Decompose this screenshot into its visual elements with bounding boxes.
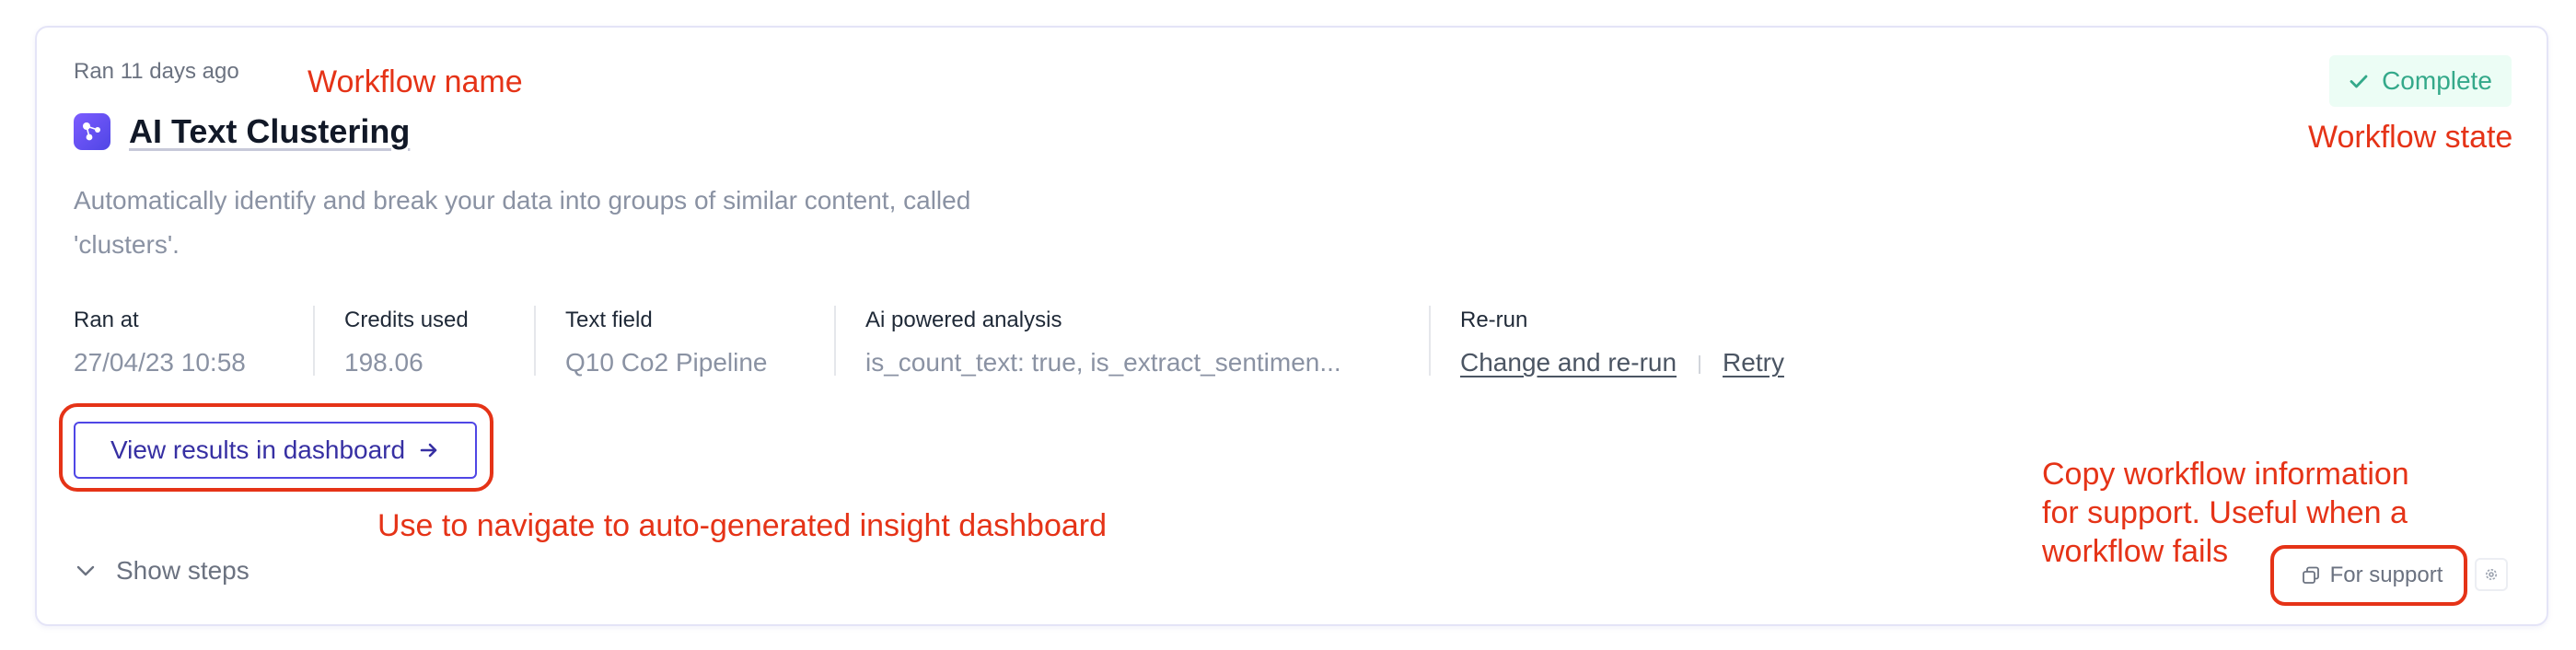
meta-ran-at: Ran at 27/04/23 10:58: [74, 308, 246, 377]
chevron-down-icon: [74, 559, 98, 583]
gear-icon: [2483, 566, 2500, 583]
meta-ai-analysis: Ai powered analysis is_count_text: true,…: [865, 308, 1341, 377]
workflow-description: Automatically identify and break your da…: [74, 186, 971, 259]
change-and-rerun-link[interactable]: Change and re-run: [1460, 348, 1677, 377]
highlight-view-results: [59, 403, 493, 492]
text-field-value: Q10 Co2 Pipeline: [565, 348, 768, 377]
meta-credits-used: Credits used 198.06: [344, 308, 469, 377]
show-steps-label: Show steps: [116, 556, 249, 585]
meta-divider: [313, 306, 315, 376]
annotation-support-note-line-3: workflow fails: [2042, 534, 2229, 569]
annotation-support-note-line-1: Copy workflow information: [2042, 457, 2409, 492]
meta-divider: [1429, 306, 1431, 376]
rerun-links: Change and re-run Retry: [1460, 348, 1784, 377]
status-badge: Complete: [2329, 55, 2512, 107]
ran-at-value: 27/04/23 10:58: [74, 348, 246, 377]
rerun-label: Re-run: [1460, 308, 1528, 332]
text-field-label: Text field: [565, 308, 653, 332]
ai-analysis-value: is_count_text: true, is_extract_sentimen…: [865, 348, 1341, 377]
ran-at-label: Ran at: [74, 308, 139, 332]
meta-text-field: Text field Q10 Co2 Pipeline: [565, 308, 767, 377]
highlight-for-support: [2270, 545, 2467, 606]
settings-button[interactable]: [2475, 558, 2508, 591]
annotation-workflow-name: Workflow name: [307, 64, 523, 99]
status-label: Complete: [2382, 66, 2492, 95]
check-icon: [2349, 71, 2369, 91]
workflow-icon: [74, 113, 110, 150]
ai-analysis-label: Ai powered analysis: [865, 308, 1062, 332]
workflow-title[interactable]: AI Text Clustering: [129, 112, 410, 151]
annotation-workflow-state: Workflow state: [2308, 120, 2513, 155]
credits-used-value: 198.06: [344, 348, 424, 377]
meta-divider: [834, 306, 836, 376]
workflow-title-row: AI Text Clustering: [74, 112, 410, 151]
meta-divider: [534, 306, 536, 376]
annotation-support-note-line-2: for support. Useful when a: [2042, 495, 2408, 530]
ran-ago-text: Ran 11 days ago: [74, 59, 239, 84]
meta-rerun: Re-run Change and re-run Retry: [1460, 308, 1784, 377]
retry-link[interactable]: Retry: [1723, 348, 1784, 377]
link-divider: [1699, 354, 1701, 374]
credits-used-label: Credits used: [344, 308, 469, 332]
annotation-dashboard-note: Use to navigate to auto-generated insigh…: [377, 508, 1107, 543]
show-steps-toggle[interactable]: Show steps: [74, 556, 249, 586]
